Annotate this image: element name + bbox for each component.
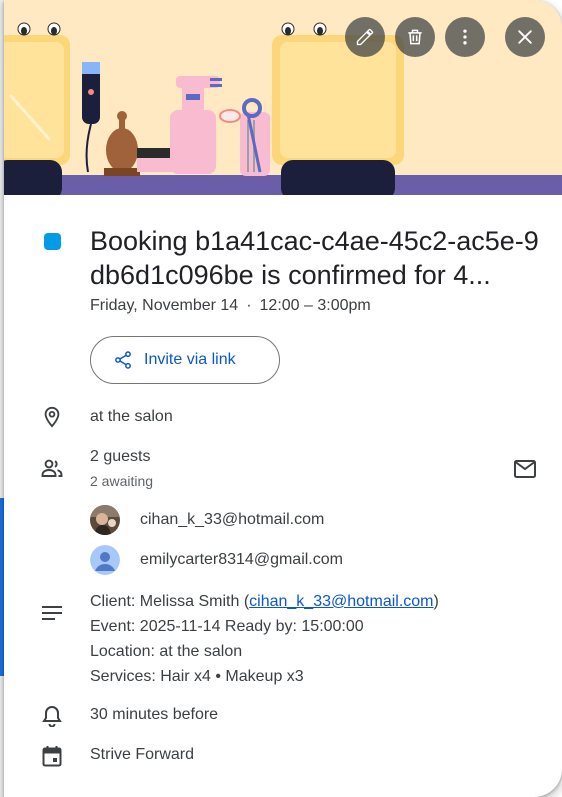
calendar-icon (40, 744, 64, 768)
notes-icon (40, 601, 64, 625)
guest-status: 2 awaiting (90, 473, 154, 489)
edit-event-button[interactable] (345, 17, 385, 57)
more-vert-icon (463, 29, 467, 45)
guest-photo-avatar (90, 505, 120, 535)
mail-icon (514, 460, 536, 478)
event-location: at the salon (90, 408, 173, 425)
guest-count: 2 guests (90, 448, 151, 465)
trash-icon (408, 29, 422, 45)
description-services-line: Services: Hair x4 • Makeup x3 (90, 668, 304, 685)
close-button[interactable] (505, 17, 545, 57)
guest-email: cihan_k_33@hotmail.com (140, 511, 325, 528)
more-options-button[interactable] (445, 17, 485, 57)
delete-event-button[interactable] (395, 17, 435, 57)
event-date: Friday, November 14 (90, 297, 239, 314)
event-description: Client: Melissa Smith (cihan_k_33@hotmai… (90, 589, 439, 689)
calendar-color-square (44, 233, 61, 250)
event-reminder: 30 minutes before (90, 706, 219, 723)
email-guests-button[interactable] (512, 457, 538, 481)
datetime-separator: · (246, 297, 252, 314)
event-datetime: Friday, November 14 · 12:00 – 3:00pm (90, 297, 371, 315)
bell-icon (40, 704, 64, 728)
close-icon (518, 30, 532, 44)
guest-default-avatar (90, 545, 120, 575)
people-icon (40, 456, 64, 480)
event-calendar-name: Strive Forward (90, 746, 195, 763)
location-pin-icon (40, 405, 64, 429)
event-details-popover: Booking b1a41cac-c4ae-45c2-ac5e-9db6d1c0… (4, 0, 562, 797)
event-time: 12:00 – 3:00pm (259, 297, 371, 314)
description-location-line: Location: at the salon (90, 643, 243, 660)
description-client-line: Client: Melissa Smith (cihan_k_33@hotmai… (90, 593, 439, 610)
invite-via-link-label: Invite via link (144, 351, 236, 368)
share-icon (115, 351, 131, 369)
guest-email: emilycarter8314@gmail.com (140, 551, 343, 568)
description-event-line: Event: 2025-11-14 Ready by: 15:00:00 (90, 618, 364, 635)
guest-item[interactable]: cihan_k_33@hotmail.com (90, 505, 324, 535)
invite-via-link-button[interactable]: Invite via link (90, 336, 280, 384)
guest-item[interactable]: emilycarter8314@gmail.com (90, 545, 343, 575)
client-email-link[interactable]: cihan_k_33@hotmail.com (249, 593, 433, 610)
event-title: Booking b1a41cac-c4ae-45c2-ac5e-9db6d1c0… (90, 226, 539, 290)
pencil-icon (356, 28, 374, 46)
